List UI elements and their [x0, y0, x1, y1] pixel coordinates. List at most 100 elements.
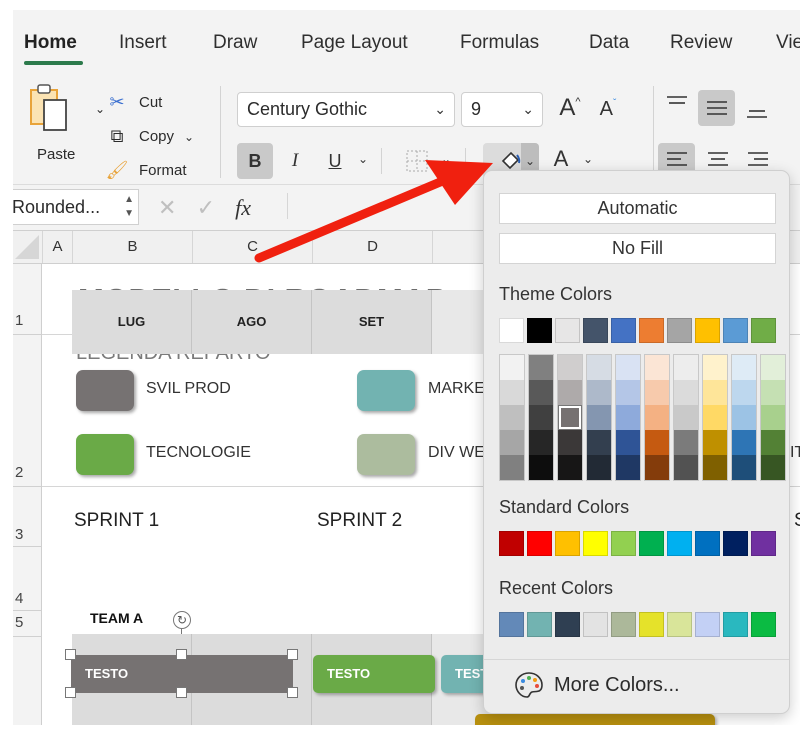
- tint-swatch[interactable]: [529, 405, 553, 430]
- theme-color-swatch[interactable]: [723, 318, 748, 343]
- roadmap-bar[interactable]: [475, 714, 715, 725]
- tab-page-layout[interactable]: Page Layout: [301, 32, 408, 54]
- row-header-4[interactable]: 4: [15, 590, 23, 607]
- tint-swatch[interactable]: [558, 455, 582, 480]
- tint-swatch[interactable]: [703, 455, 727, 480]
- row-header-3[interactable]: 3: [15, 526, 23, 543]
- roadmap-bar[interactable]: TESTO: [313, 655, 435, 693]
- theme-color-swatch[interactable]: [527, 318, 552, 343]
- standard-color-swatch[interactable]: [499, 531, 524, 556]
- theme-color-swatch[interactable]: [667, 318, 692, 343]
- recent-color-swatch[interactable]: [751, 612, 776, 637]
- tint-swatch[interactable]: [703, 405, 727, 430]
- align-top-button[interactable]: [663, 92, 691, 116]
- tint-swatch[interactable]: [674, 455, 698, 480]
- theme-color-swatch[interactable]: [639, 318, 664, 343]
- decrease-font-size-button[interactable]: Aˇ: [593, 92, 623, 126]
- tint-swatch[interactable]: [645, 405, 669, 430]
- automatic-color-button[interactable]: Automatic: [499, 193, 776, 224]
- column-header-b[interactable]: B: [72, 231, 192, 263]
- tint-swatch[interactable]: [529, 455, 553, 480]
- font-name-select[interactable]: Century Gothic ⌄: [237, 92, 455, 127]
- theme-color-swatch[interactable]: [611, 318, 636, 343]
- recent-color-swatch[interactable]: [667, 612, 692, 637]
- recent-color-swatch[interactable]: [723, 612, 748, 637]
- copy-button[interactable]: ⧉ Copy ⌄: [105, 126, 195, 147]
- align-middle-button[interactable]: [698, 90, 735, 126]
- font-size-select[interactable]: 9 ⌄: [461, 92, 543, 127]
- tint-swatch[interactable]: [732, 355, 756, 380]
- paste-button[interactable]: Paste ⌄: [27, 82, 105, 172]
- resize-handle[interactable]: [65, 687, 76, 698]
- underline-button[interactable]: U: [321, 143, 349, 179]
- tint-swatch[interactable]: [645, 380, 669, 405]
- theme-color-swatch[interactable]: [695, 318, 720, 343]
- italic-button[interactable]: I: [281, 143, 309, 179]
- paste-options-chevron-icon[interactable]: ⌄: [95, 102, 105, 116]
- month-cell[interactable]: LUG: [72, 290, 192, 354]
- tab-view[interactable]: Vie: [776, 32, 800, 54]
- tint-swatch[interactable]: [529, 430, 553, 455]
- format-painter-button[interactable]: 🖌 Format: [105, 160, 187, 181]
- standard-color-swatch[interactable]: [695, 531, 720, 556]
- month-cell[interactable]: AGO: [192, 290, 312, 354]
- row-header-5[interactable]: 5: [15, 614, 23, 631]
- borders-chevron-icon[interactable]: ⌄: [441, 152, 451, 166]
- recent-color-swatch[interactable]: [695, 612, 720, 637]
- standard-color-swatch[interactable]: [583, 531, 608, 556]
- row-header-2[interactable]: 2: [15, 464, 23, 481]
- tint-swatch[interactable]: [703, 430, 727, 455]
- recent-color-swatch[interactable]: [527, 612, 552, 637]
- tint-swatch[interactable]: [674, 380, 698, 405]
- tint-swatch[interactable]: [587, 380, 611, 405]
- resize-handle[interactable]: [287, 687, 298, 698]
- tint-swatch[interactable]: [529, 380, 553, 405]
- theme-color-swatch[interactable]: [751, 318, 776, 343]
- tint-swatch[interactable]: [761, 430, 785, 455]
- tint-swatch[interactable]: [732, 455, 756, 480]
- theme-color-swatch[interactable]: [583, 318, 608, 343]
- font-color-chevron-icon[interactable]: ⌄: [583, 152, 593, 166]
- tab-insert[interactable]: Insert: [119, 32, 167, 54]
- resize-handle[interactable]: [176, 687, 187, 698]
- tab-formulas[interactable]: Formulas: [460, 32, 539, 54]
- tab-draw[interactable]: Draw: [213, 32, 257, 54]
- more-colors-button[interactable]: More Colors...: [514, 671, 680, 699]
- column-header-d[interactable]: D: [312, 231, 432, 263]
- resize-handle[interactable]: [287, 649, 298, 660]
- tint-swatch[interactable]: [674, 405, 698, 430]
- standard-color-swatch[interactable]: [751, 531, 776, 556]
- tint-swatch[interactable]: [529, 355, 553, 380]
- tint-swatch[interactable]: [587, 455, 611, 480]
- recent-color-swatch[interactable]: [583, 612, 608, 637]
- tint-swatch[interactable]: [587, 355, 611, 380]
- recent-color-swatch[interactable]: [555, 612, 580, 637]
- no-fill-button[interactable]: No Fill: [499, 233, 776, 264]
- rotate-handle-icon[interactable]: ↻: [173, 611, 191, 629]
- tint-swatch[interactable]: [674, 430, 698, 455]
- tint-swatch[interactable]: [761, 455, 785, 480]
- tint-swatch[interactable]: [587, 405, 611, 430]
- tint-swatch[interactable]: [500, 355, 524, 380]
- tint-swatch[interactable]: [761, 380, 785, 405]
- theme-color-swatch[interactable]: [499, 318, 524, 343]
- tint-swatch[interactable]: [500, 405, 524, 430]
- tint-swatch[interactable]: [500, 430, 524, 455]
- tint-swatch[interactable]: [558, 380, 582, 405]
- tab-data[interactable]: Data: [589, 32, 629, 54]
- tint-swatch[interactable]: [703, 355, 727, 380]
- tint-swatch[interactable]: [500, 380, 524, 405]
- tint-swatch[interactable]: [616, 430, 640, 455]
- tint-swatch[interactable]: [761, 405, 785, 430]
- standard-color-swatch[interactable]: [527, 531, 552, 556]
- tab-review[interactable]: Review: [670, 32, 732, 54]
- standard-color-swatch[interactable]: [723, 531, 748, 556]
- tint-swatch[interactable]: [645, 455, 669, 480]
- tint-swatch[interactable]: [732, 430, 756, 455]
- tint-swatch[interactable]: [616, 455, 640, 480]
- theme-color-swatch[interactable]: [555, 318, 580, 343]
- tint-swatch[interactable]: [674, 355, 698, 380]
- legend-swatch-svil-prod[interactable]: [76, 370, 134, 411]
- tint-swatch[interactable]: [616, 405, 640, 430]
- standard-color-swatch[interactable]: [639, 531, 664, 556]
